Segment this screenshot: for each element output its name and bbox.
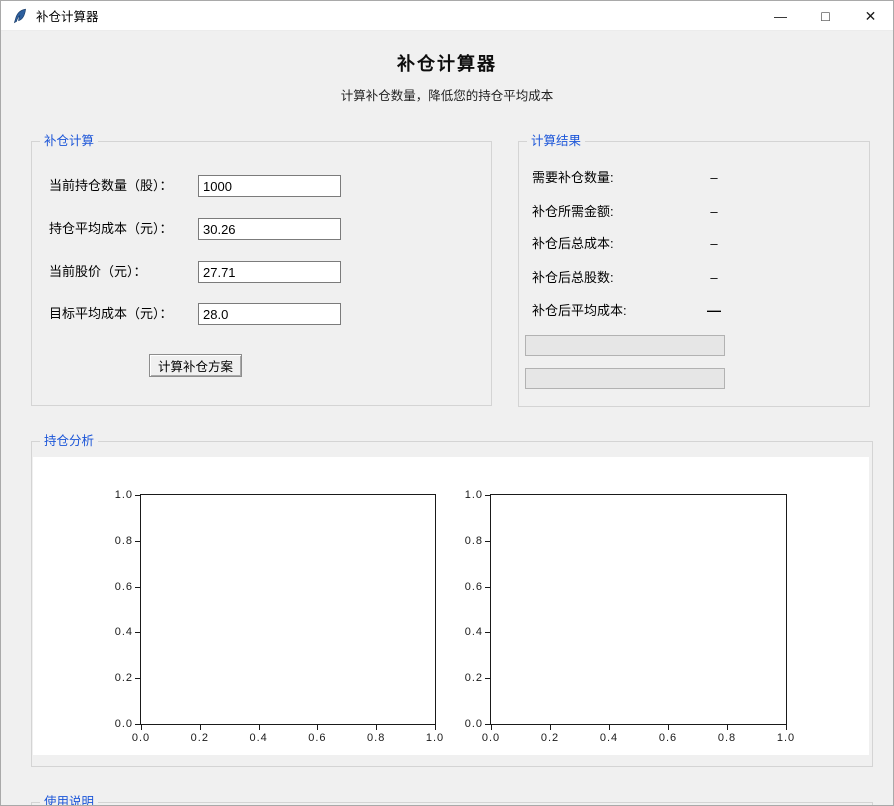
target-cost-input[interactable] [198, 303, 341, 325]
y-axis-tick-label: 1.0 [465, 489, 483, 501]
x-axis-tick [786, 725, 787, 730]
y-axis-tick [485, 541, 490, 542]
window-title: 补仓计算器 [36, 6, 99, 25]
input-group-title: 补仓计算 [40, 134, 98, 149]
average-cost-input[interactable] [198, 218, 341, 240]
result-label-needed-amount: 补仓所需金额: [532, 203, 614, 221]
python-tk-feather-icon [12, 8, 28, 24]
y-axis-tick [135, 632, 140, 633]
y-axis-tick [135, 541, 140, 542]
close-button[interactable]: ✕ [848, 1, 893, 31]
maximize-button[interactable]: □ [803, 1, 848, 31]
y-axis-tick-label: 0.8 [465, 535, 483, 547]
x-axis-tick [668, 725, 669, 730]
field-label-average-cost: 持仓平均成本（元）： [49, 220, 173, 238]
x-axis-tick-label: 0.2 [191, 732, 209, 744]
result-value-total-cost: – [697, 235, 731, 253]
result-readonly-field-1 [525, 335, 725, 356]
y-axis-tick-label: 0.2 [115, 672, 133, 684]
y-axis-tick-label: 0.6 [465, 581, 483, 593]
left-plot-axes: 0.00.20.40.60.81.00.00.20.40.60.81.0 [140, 494, 436, 725]
app-window: 补仓计算器 — □ ✕ 补仓计算器 计算补仓数量，降低您的持仓平均成本 补仓计算… [0, 0, 894, 806]
x-axis-tick [727, 725, 728, 730]
result-label-new-average-cost: 补仓后平均成本: [532, 302, 627, 320]
y-axis-tick-label: 1.0 [115, 489, 133, 501]
x-axis-tick-label: 0.0 [482, 732, 500, 744]
y-axis-tick-label: 0.0 [115, 718, 133, 730]
x-axis-tick-label: 1.0 [426, 732, 444, 744]
x-axis-tick-label: 0.4 [249, 732, 267, 744]
right-plot-axes: 0.00.20.40.60.81.00.00.20.40.60.81.0 [490, 494, 787, 725]
result-label-total-cost: 补仓后总成本: [532, 235, 614, 253]
x-axis-tick [200, 725, 201, 730]
result-label-needed-shares: 需要补仓数量: [532, 169, 614, 187]
x-axis-tick [609, 725, 610, 730]
y-axis-tick [485, 495, 490, 496]
result-value-needed-shares: – [697, 169, 731, 187]
result-group-title: 计算结果 [527, 134, 585, 149]
x-axis-tick [259, 725, 260, 730]
x-axis-tick-label: 0.8 [718, 732, 736, 744]
y-axis-tick [485, 632, 490, 633]
usage-group-title: 使用说明 [40, 795, 98, 806]
y-axis-tick [135, 678, 140, 679]
x-axis-tick [550, 725, 551, 730]
y-axis-tick-label: 0.2 [465, 672, 483, 684]
y-axis-tick [135, 724, 140, 725]
y-axis-tick-label: 0.4 [115, 626, 133, 638]
result-value-needed-amount: – [697, 203, 731, 221]
y-axis-tick [135, 587, 140, 588]
x-axis-tick-label: 0.4 [600, 732, 618, 744]
input-group: 补仓计算 当前持仓数量（股）： 持仓平均成本（元）： 当前股价（元）： 目标平均… [31, 141, 492, 406]
y-axis-tick-label: 0.8 [115, 535, 133, 547]
result-readonly-field-2 [525, 368, 725, 389]
plot-canvas: 0.00.20.40.60.81.00.00.20.40.60.81.0 0.0… [33, 457, 869, 755]
current-price-input[interactable] [198, 261, 341, 283]
x-axis-tick-label: 0.2 [541, 732, 559, 744]
field-label-current-price: 当前股价（元）： [49, 263, 147, 281]
y-axis-tick [485, 678, 490, 679]
result-group: 计算结果 需要补仓数量: – 补仓所需金额: – 补仓后总成本: – 补仓后总股… [518, 141, 870, 407]
window-controls: — □ ✕ [758, 1, 893, 31]
field-label-current-shares: 当前持仓数量（股）： [49, 177, 173, 195]
x-axis-tick-label: 0.8 [367, 732, 385, 744]
analysis-group: 持仓分析 0.00.20.40.60.81.00.00.20.40.60.81.… [31, 441, 873, 767]
current-shares-input[interactable] [198, 175, 341, 197]
y-axis-tick [485, 724, 490, 725]
y-axis-tick-label: 0.4 [465, 626, 483, 638]
x-axis-tick [141, 725, 142, 730]
usage-group: 使用说明 [31, 802, 873, 806]
page-title: 补仓计算器 [1, 50, 893, 76]
x-axis-tick [491, 725, 492, 730]
x-axis-tick [376, 725, 377, 730]
x-axis-tick-label: 1.0 [777, 732, 795, 744]
y-axis-tick-label: 0.0 [465, 718, 483, 730]
minimize-button[interactable]: — [758, 1, 803, 31]
y-axis-tick [135, 495, 140, 496]
x-axis-tick [435, 725, 436, 730]
y-axis-tick-label: 0.6 [115, 581, 133, 593]
x-axis-tick-label: 0.6 [659, 732, 677, 744]
y-axis-tick [485, 587, 490, 588]
analysis-group-title: 持仓分析 [40, 434, 98, 449]
x-axis-tick-label: 0.0 [132, 732, 150, 744]
titlebar: 补仓计算器 — □ ✕ [1, 1, 893, 31]
calculate-button[interactable]: 计算补仓方案 [149, 354, 242, 377]
x-axis-tick [317, 725, 318, 730]
result-value-new-average-cost: — [697, 301, 731, 319]
x-axis-tick-label: 0.6 [308, 732, 326, 744]
result-value-total-shares: – [697, 269, 731, 287]
page-subtitle: 计算补仓数量，降低您的持仓平均成本 [1, 85, 893, 104]
result-label-total-shares: 补仓后总股数: [532, 269, 614, 287]
field-label-target-cost: 目标平均成本（元）： [49, 305, 173, 323]
